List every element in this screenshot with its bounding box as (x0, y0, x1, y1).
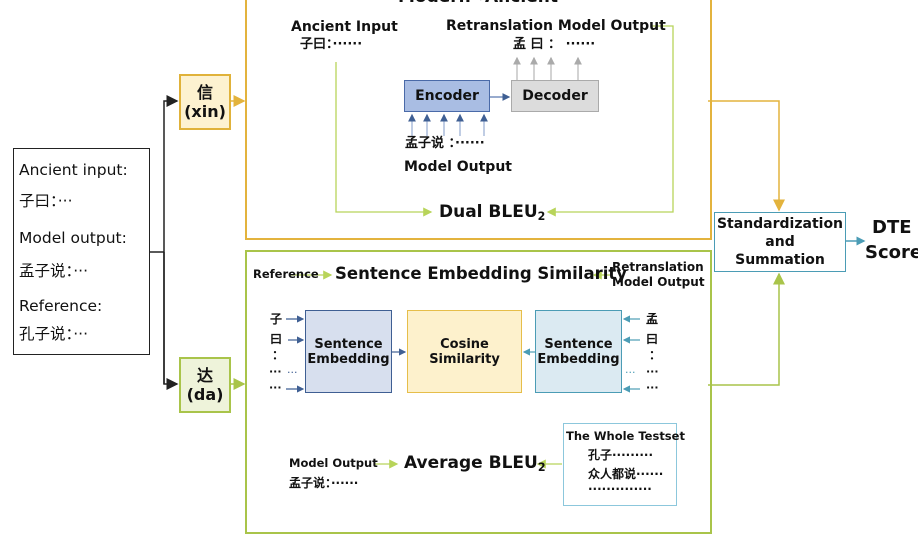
da-retranslation-label-line2: Model Output (612, 275, 705, 289)
da-model-output-label: Model Output (289, 456, 378, 470)
xin-ancient-input-label: Ancient Input (291, 19, 398, 35)
da-reference-label: Reference (253, 267, 319, 281)
sentence-embedding-right-block: Sentence Embedding (535, 310, 622, 393)
xin-ancient-input-value: 子曰：······ (300, 37, 363, 52)
se-right-line1: Sentence (544, 336, 613, 352)
testset-line: ·············· (588, 482, 652, 496)
xin-model-output-value: 孟子说 ：······ (405, 136, 485, 151)
right-token: 曰 (646, 332, 659, 346)
da-char: 达 (196, 365, 213, 385)
dual-bleu-subscript: 2 (537, 209, 546, 223)
ancient-input-value: 子曰：··· (19, 192, 73, 210)
ancient-input-label: Ancient input: (19, 161, 128, 179)
testset-line: 孔子········· (588, 448, 654, 462)
right-token: ··· (646, 365, 659, 378)
model-output-label: Model output: (19, 229, 127, 247)
xin-retranslation-label: Retranslation Model Output (446, 18, 666, 34)
average-bleu-subscript: 2 (537, 460, 546, 474)
dte-score-line1: DTE (872, 217, 912, 238)
left-token: ： (272, 348, 285, 362)
std-line3: Summation (735, 252, 825, 269)
right-token: ··· (646, 381, 659, 394)
xin-model-output-label: Model Output (404, 159, 512, 175)
whole-testset-box: The Whole Testset 孔子········· 众人都说······… (563, 423, 685, 506)
decoder-block: Decoder (511, 80, 599, 112)
encoder-block: Encoder (404, 80, 490, 112)
xin-pinyin: (xin) (184, 102, 226, 121)
standardization-summation-box: Standardization and Summation (714, 212, 846, 272)
average-bleu-text: Average BLEU (404, 453, 538, 473)
average-bleu-metric: Average BLEU2 (404, 453, 546, 474)
model-output-value: 孟子说：··· (19, 262, 89, 280)
testset-line: 众人都说······ (588, 467, 664, 481)
da-branch-box: 达 (da) (179, 357, 231, 413)
std-line2: and (765, 233, 795, 250)
da-pinyin: (da) (186, 385, 224, 404)
cosine-similarity-block: Cosine Similarity (407, 310, 522, 393)
testset-title: The Whole Testset (566, 429, 685, 443)
sentence-embedding-left-block: Sentence Embedding (305, 310, 392, 393)
input-panel: Ancient input: 子曰：··· Model output: 孟子说：… (13, 148, 150, 355)
xin-retranslation-value: 孟 曰 ： ······ (513, 37, 596, 52)
decoder-label: Decoder (522, 88, 588, 104)
encoder-label: Encoder (415, 88, 479, 104)
sentence-embedding-similarity-title: Sentence Embedding Similarity (335, 264, 628, 283)
dual-bleu-text: Dual BLEU (439, 202, 538, 222)
xin-char: 信 (196, 82, 213, 102)
xin-section-title: Modern→Ancient (398, 0, 558, 8)
xin-branch-box: 信 (xin) (179, 74, 231, 130)
cosine-line2: Similarity (429, 351, 500, 367)
right-token: ： (649, 348, 662, 362)
std-line1: Standardization (716, 215, 844, 232)
left-token: ··· (269, 365, 282, 378)
dte-score-line2: Score (865, 242, 918, 263)
left-token: 子 (270, 312, 283, 326)
se-left-line2: Embedding (307, 351, 390, 367)
reference-label: Reference: (19, 297, 103, 315)
se-right-line2: Embedding (537, 351, 620, 367)
reference-value: 孔子说：··· (19, 325, 89, 343)
cosine-line1: Cosine (440, 336, 489, 352)
se-left-line1: Sentence (314, 336, 383, 352)
left-token: 曰 (270, 332, 283, 346)
da-model-output-value: 孟子说：······ (289, 476, 359, 490)
left-token: ··· (269, 381, 282, 394)
da-retranslation-label-line1: Retranslation (612, 260, 704, 274)
right-token: 孟 (646, 312, 659, 326)
dual-bleu-metric: Dual BLEU2 (439, 202, 546, 223)
input-to-branches-connector (150, 95, 179, 390)
